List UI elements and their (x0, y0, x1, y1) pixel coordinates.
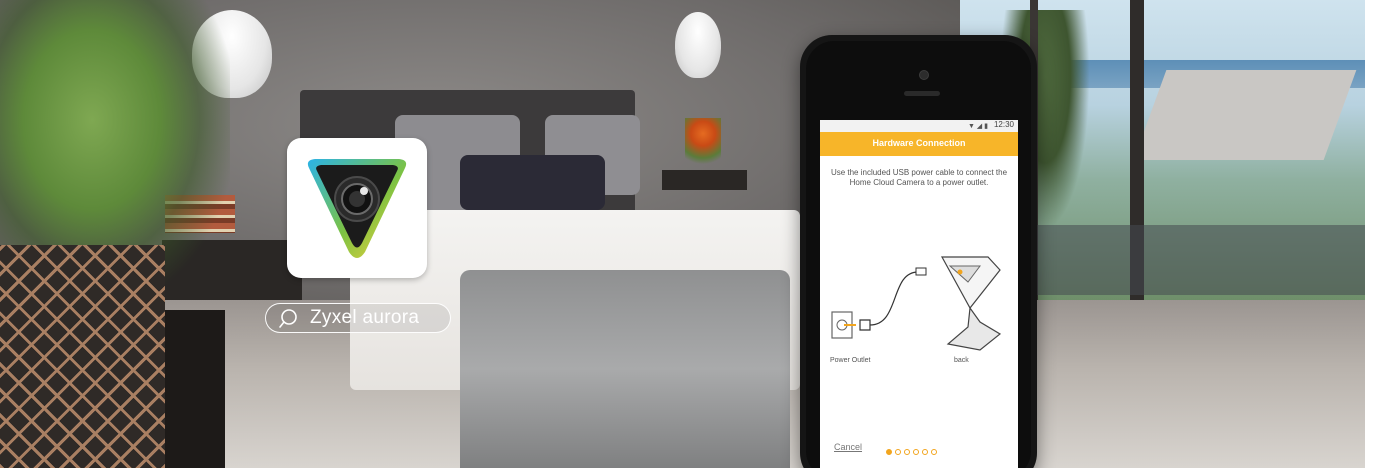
phone-screen: ▼ ◢ ▮ 12:30 Hardware Connection Use the … (820, 120, 1018, 468)
camera-stand-icon (946, 306, 1002, 351)
cancel-button[interactable]: Cancel (834, 442, 862, 452)
camera-label: back (954, 357, 969, 364)
connection-diagram: Power Outlet back (830, 256, 1002, 364)
outlet-label: Power Outlet (830, 357, 871, 364)
status-time: 12:30 (993, 120, 1014, 129)
pillow (460, 155, 605, 210)
page-dot (886, 449, 892, 455)
instructions-text: Use the included USB power cable to conn… (830, 168, 1008, 187)
camera-device-icon (940, 256, 1001, 310)
page-dot (913, 449, 919, 455)
status-icons: ▼ ◢ ▮ (967, 123, 988, 130)
search-pill[interactable]: Zyxel aurora (265, 303, 451, 333)
app-header: Hardware Connection (820, 132, 1018, 156)
status-bar: ▼ ◢ ▮ 12:30 (820, 120, 1018, 132)
balcony-rail (1035, 225, 1365, 295)
front-camera (919, 70, 929, 80)
earpiece-speaker (904, 91, 940, 96)
page-dot (895, 449, 901, 455)
page-indicator (886, 442, 940, 460)
flower-vase (685, 118, 721, 170)
bedroom-photo (0, 0, 1365, 468)
page-dot (931, 449, 937, 455)
screen-title: Hardware Connection (872, 138, 966, 148)
usb-cable (869, 271, 919, 326)
plug-icon (859, 319, 871, 331)
hero-banner: Zyxel aurora ▼ ◢ ▮ 12:30 Hardware Connec… (0, 0, 1373, 468)
page-dot (904, 449, 910, 455)
zyxel-aurora-icon (307, 159, 407, 258)
pendant-lamp (675, 12, 721, 78)
page-dot (922, 449, 928, 455)
neighbor-roof (1133, 70, 1357, 160)
nightstand (662, 170, 747, 190)
app-icon-tile (287, 138, 427, 278)
wire-basket (0, 245, 165, 468)
search-icon (279, 309, 297, 328)
search-query: Zyxel aurora (310, 307, 420, 328)
fur-throw (460, 270, 790, 468)
